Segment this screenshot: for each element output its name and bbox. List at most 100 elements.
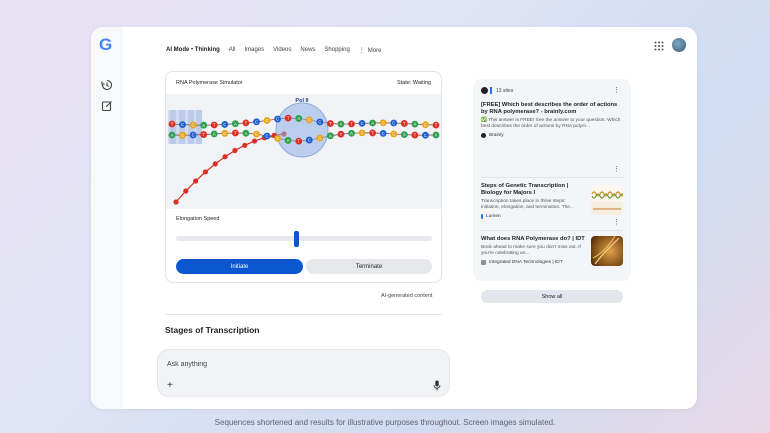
base-letter: C xyxy=(382,131,385,136)
base-letter: G xyxy=(360,130,363,135)
left-rail: G xyxy=(91,27,123,409)
nav-separator: • xyxy=(191,47,194,53)
rna-transcript-line xyxy=(175,133,285,203)
base-letter: T xyxy=(245,120,248,125)
ask-input[interactable] xyxy=(167,358,417,370)
google-logo[interactable]: G xyxy=(99,36,115,53)
base-letter: A xyxy=(403,132,406,137)
base-letter: C xyxy=(181,122,184,127)
sources-menu-icon[interactable]: ⋮ xyxy=(613,87,620,95)
source-desc: Transcription takes place in three steps… xyxy=(481,199,574,210)
base-letter: T xyxy=(340,132,343,137)
base-letter: C xyxy=(361,121,364,126)
rna-nucleotide xyxy=(251,138,258,144)
sources-panel: 13 sites ⋮ [FREE] Which best describes t… xyxy=(473,79,631,303)
base-letter: A xyxy=(371,121,374,126)
lumen-favicon-icon xyxy=(490,87,492,94)
base-letter: T xyxy=(202,132,205,137)
source-card-idt[interactable]: What does RNA Polymerase do? | IDT Book … xyxy=(481,236,585,265)
ai-generated-label: AI-generated content xyxy=(381,293,433,299)
tab-images[interactable]: Images xyxy=(244,47,264,53)
base-letter: C xyxy=(255,119,258,124)
source-card-lumen[interactable]: Steps of Genetic Transcription | Biology… xyxy=(481,183,585,219)
sources-count: 13 sites xyxy=(496,87,514,94)
lumen-icon xyxy=(481,214,483,219)
base-letter: T xyxy=(414,133,417,138)
base-letter: A xyxy=(234,121,237,126)
base-letter: C xyxy=(424,133,427,138)
dna-photo-thumbnail[interactable] xyxy=(591,236,623,266)
tab-shopping[interactable]: Shopping xyxy=(324,47,349,53)
base-letter: A xyxy=(329,133,332,138)
rna-nucleotide xyxy=(202,169,209,175)
base-letter: T xyxy=(287,116,290,121)
simulator-state: State: Waiting xyxy=(396,80,431,86)
source-desc: Book ahead to make sure you don't miss o… xyxy=(481,245,581,256)
base-letter: G xyxy=(424,122,427,127)
simulator-card: RNA Polymerase Simulator State: Waiting … xyxy=(165,71,442,283)
new-chat-icon[interactable] xyxy=(101,100,113,112)
base-letter: A xyxy=(435,133,438,138)
rna-nucleotide xyxy=(173,199,179,205)
source-site: Integrated DNA Technologies | IDT xyxy=(481,260,585,265)
divider xyxy=(165,314,442,315)
history-icon[interactable] xyxy=(101,79,113,91)
base-letter: T xyxy=(171,122,174,127)
tab-more[interactable]: ⋮ More xyxy=(359,47,382,54)
base-letter: T xyxy=(371,131,374,136)
tab-videos[interactable]: Videos xyxy=(273,47,291,53)
polymerase-label: Pol II xyxy=(295,98,309,104)
base-letter: G xyxy=(392,132,395,137)
simulator-title: RNA Polymerase Simulator xyxy=(176,80,243,86)
browser-window: G AI Mode • Thinking All Images Videos N… xyxy=(91,27,697,409)
base-letter: T xyxy=(435,123,438,128)
source-desc: ✅ This answer is FREE! See the answer to… xyxy=(481,118,621,129)
section-title: Stages of Transcription xyxy=(165,325,260,335)
terminate-button[interactable]: Terminate xyxy=(306,259,432,274)
base-letter: T xyxy=(403,121,406,126)
transcription-diagram-thumbnail[interactable] xyxy=(591,185,623,215)
base-letter: C xyxy=(223,122,226,127)
source-divider xyxy=(481,177,623,178)
tab-ai-mode[interactable]: AI Mode • Thinking xyxy=(166,47,220,53)
base-letter: A xyxy=(287,138,290,143)
base-letter: G xyxy=(265,118,268,123)
base-letter: T xyxy=(234,131,237,136)
source-menu-icon[interactable]: ⋮ xyxy=(613,219,620,227)
speed-slider-thumb[interactable] xyxy=(293,231,299,247)
more-dots-icon: ⋮ xyxy=(358,47,365,54)
base-letter: C xyxy=(266,134,269,139)
source-site: Lumen xyxy=(481,214,585,219)
base-letter: G xyxy=(255,132,258,137)
polymerase-bubble xyxy=(275,102,329,158)
base-letter: A xyxy=(213,132,216,137)
plus-icon[interactable]: + xyxy=(167,381,173,391)
speed-slider-track[interactable] xyxy=(176,236,432,241)
source-title: Steps of Genetic Transcription | Biology… xyxy=(481,183,569,196)
tab-all[interactable]: All xyxy=(229,47,236,53)
base-letter: C xyxy=(318,120,321,125)
idt-icon xyxy=(481,260,486,265)
avatar[interactable] xyxy=(672,38,686,52)
tab-news[interactable]: News xyxy=(300,47,315,53)
speed-label: Elongation Speed xyxy=(176,216,220,222)
base-letter: A xyxy=(413,122,416,127)
brainly-icon xyxy=(481,133,486,138)
apps-grid-icon[interactable] xyxy=(654,41,664,51)
ask-box: + xyxy=(157,349,450,397)
footer-disclaimer: Sequences shortened and results for illu… xyxy=(214,418,556,427)
base-letter: A xyxy=(297,116,300,121)
mic-icon[interactable] xyxy=(433,380,441,391)
base-letter: T xyxy=(213,123,216,128)
base-letter: G xyxy=(276,136,279,141)
base-letter: G xyxy=(223,131,226,136)
source-menu-icon[interactable]: ⋮ xyxy=(613,166,620,174)
initiate-button[interactable]: Initiate xyxy=(176,259,303,274)
base-letter: A xyxy=(202,123,205,128)
show-all-button[interactable]: Show all xyxy=(481,290,623,303)
base-letter: G xyxy=(318,136,321,141)
source-card-brainly[interactable]: [FREE] Which best describes the order of… xyxy=(481,102,623,138)
source-divider xyxy=(481,230,623,231)
base-letter: C xyxy=(392,121,395,126)
sources-header[interactable]: 13 sites xyxy=(481,87,513,94)
